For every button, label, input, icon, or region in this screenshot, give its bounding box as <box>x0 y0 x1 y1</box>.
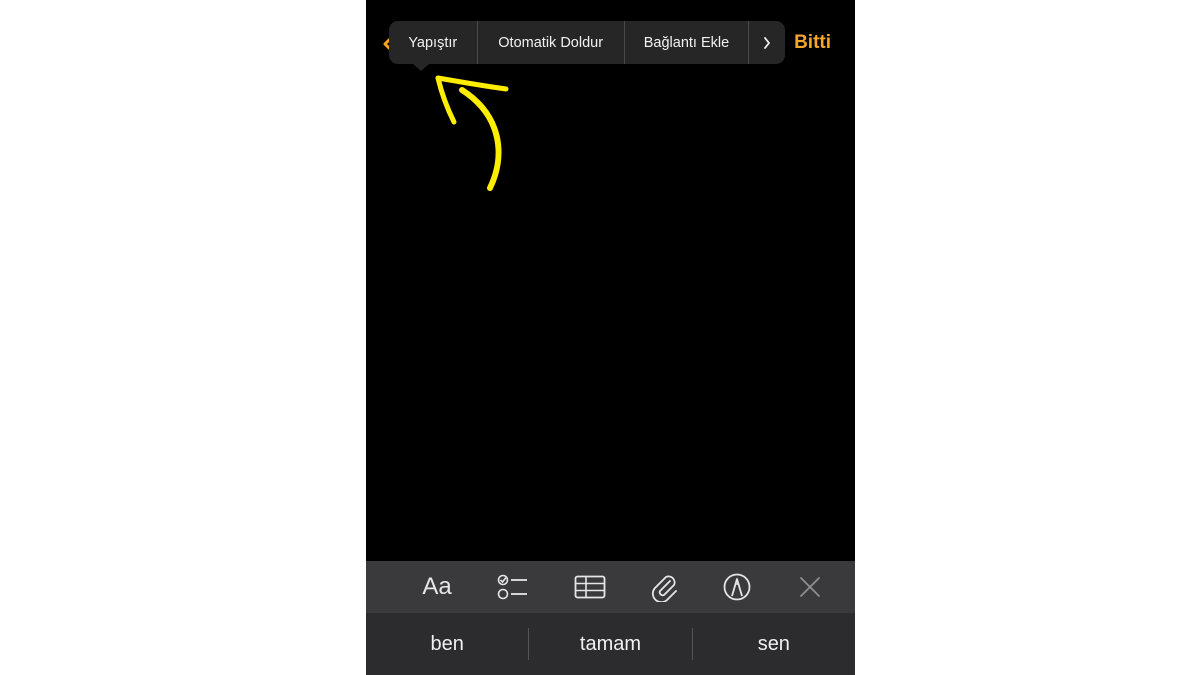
table-icon <box>574 575 606 599</box>
attachment-button[interactable] <box>646 569 682 605</box>
menu-item-paste[interactable]: Yapıştır <box>389 21 478 64</box>
paperclip-icon <box>651 575 677 602</box>
edit-menu: Yapıştır Otomatik Doldur Bağlantı Ekle <box>389 21 785 64</box>
menu-item-autofill[interactable]: Otomatik Doldur <box>478 21 625 64</box>
menu-more-button[interactable] <box>749 21 785 64</box>
phone-screen: Bitti Yapıştır Otomatik Doldur Bağlantı … <box>366 0 855 675</box>
suggestion-item[interactable]: tamam <box>529 633 691 656</box>
arrow-icon <box>435 75 509 191</box>
chevron-right-icon <box>764 36 770 49</box>
format-toolbar: Aa <box>366 561 855 613</box>
menu-item-add-link[interactable]: Bağlantı Ekle <box>625 21 750 64</box>
done-button[interactable]: Bitti <box>794 32 831 54</box>
suggestion-item[interactable]: sen <box>693 633 855 656</box>
markup-icon <box>723 573 751 601</box>
close-icon <box>800 577 820 597</box>
close-toolbar-button[interactable] <box>792 569 828 605</box>
keyboard-suggestions-bar: ben tamam sen <box>366 613 855 675</box>
checklist-button[interactable] <box>495 569 531 605</box>
suggestion-item[interactable]: ben <box>366 633 528 656</box>
checklist-icon <box>497 574 527 600</box>
markup-button[interactable] <box>719 569 755 605</box>
table-button[interactable] <box>572 569 608 605</box>
text-format-button[interactable]: Aa <box>419 569 455 605</box>
